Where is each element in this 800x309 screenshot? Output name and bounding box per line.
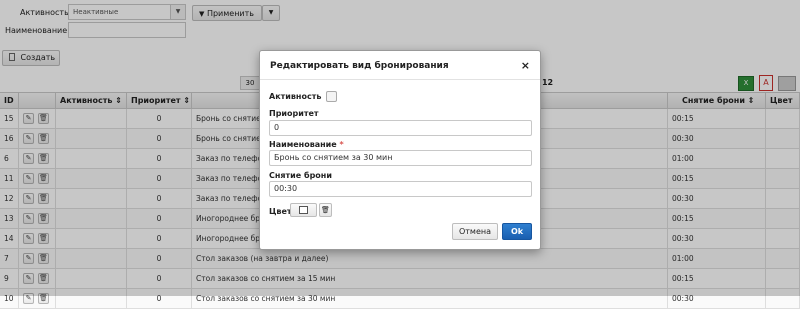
ok-button[interactable]: Ok — [502, 223, 532, 240]
required-marker: * — [339, 140, 344, 149]
edit-booking-type-dialog: Редактировать вид бронирования × Активно… — [259, 50, 541, 250]
priority-input[interactable]: 0 — [269, 120, 532, 136]
name-input[interactable]: Бронь со снятием за 30 мин — [269, 150, 532, 166]
clear-color-button[interactable]: 🗑 — [319, 203, 332, 217]
dialog-divider — [260, 79, 540, 80]
hold-input[interactable]: 00:30 — [269, 181, 532, 197]
hold-label: Снятие брони — [269, 171, 332, 180]
name-label: Наименование * — [269, 140, 344, 149]
priority-label: Приоритет — [269, 109, 319, 118]
color-swatch — [299, 206, 308, 214]
activity-checkbox[interactable] — [326, 91, 337, 102]
cancel-button[interactable]: Отмена — [452, 223, 498, 240]
close-icon[interactable]: × — [521, 59, 530, 72]
color-label: Цвет — [269, 207, 292, 216]
trash-icon: 🗑 — [321, 206, 330, 214]
name-label-text: Наименование — [269, 140, 337, 149]
dialog-title: Редактировать вид бронирования — [270, 61, 449, 71]
activity-label: Активность — [269, 92, 322, 101]
color-picker-button[interactable] — [290, 203, 317, 217]
